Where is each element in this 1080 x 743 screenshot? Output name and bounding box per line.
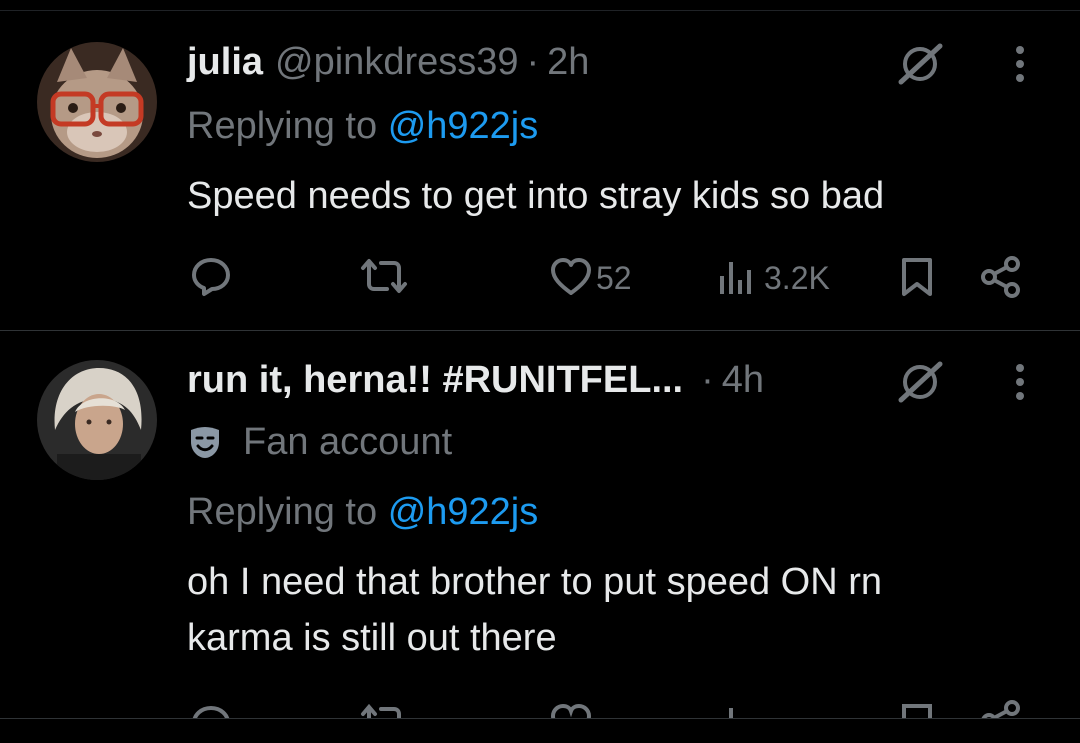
fan-account-label: Fan account bbox=[243, 421, 453, 463]
separator-dot: · bbox=[526, 41, 540, 83]
tweet-divider bbox=[0, 330, 1080, 331]
tweet-header: julia @pinkdress39 · 2h bbox=[187, 40, 589, 84]
grok-icon[interactable] bbox=[896, 361, 944, 403]
cat-avatar-image bbox=[37, 42, 157, 162]
separator-dot: · bbox=[701, 359, 714, 401]
retweet-icon[interactable] bbox=[357, 703, 411, 718]
avatar[interactable] bbox=[37, 42, 157, 162]
reply-mention-link[interactable]: @h922js bbox=[388, 105, 539, 147]
person-avatar-image bbox=[37, 360, 157, 480]
tweet-header: run it, herna!! #RUNITFEL... · 4h bbox=[187, 358, 764, 402]
replying-line: Replying to @h922js bbox=[187, 104, 538, 148]
reply-icon[interactable] bbox=[190, 704, 232, 718]
display-name[interactable]: run it, herna!! #RUNITFEL... bbox=[187, 358, 683, 402]
display-name[interactable]: julia bbox=[187, 40, 263, 84]
reply-icon[interactable] bbox=[190, 256, 232, 296]
more-icon[interactable] bbox=[1012, 44, 1028, 84]
like-count: 52 bbox=[596, 260, 632, 296]
tweet-text: Speed needs to get into stray kids so ba… bbox=[187, 175, 885, 217]
share-icon[interactable] bbox=[980, 700, 1022, 718]
replying-line: Replying to @h922js bbox=[187, 490, 538, 534]
views-icon[interactable] bbox=[718, 258, 754, 296]
fan-mask-icon bbox=[191, 427, 219, 458]
replying-prefix: Replying to bbox=[187, 491, 378, 533]
more-icon[interactable] bbox=[1012, 362, 1028, 402]
like-icon[interactable] bbox=[550, 703, 592, 718]
fan-account-badge: Fan account bbox=[187, 420, 452, 464]
view-count: 3.2K bbox=[764, 260, 830, 296]
timestamp[interactable]: 2h bbox=[547, 40, 589, 84]
timestamp[interactable]: 4h bbox=[722, 358, 764, 402]
action-bar-clipped bbox=[0, 690, 1080, 718]
bottom-divider bbox=[0, 718, 1080, 719]
tweet-text: oh I need that brother to put speed ON r… bbox=[187, 561, 883, 659]
like-icon[interactable] bbox=[550, 258, 592, 296]
replying-prefix: Replying to bbox=[187, 105, 378, 147]
bookmark-icon[interactable] bbox=[900, 702, 934, 718]
reply-mention-link[interactable]: @h922js bbox=[388, 491, 539, 533]
views-icon[interactable] bbox=[718, 704, 754, 718]
share-icon[interactable] bbox=[980, 256, 1022, 298]
avatar[interactable] bbox=[37, 360, 157, 480]
user-handle[interactable]: @pinkdress39 bbox=[275, 40, 518, 84]
retweet-icon[interactable] bbox=[357, 258, 411, 294]
top-divider bbox=[0, 10, 1080, 11]
grok-icon[interactable] bbox=[896, 43, 944, 85]
bookmark-icon[interactable] bbox=[900, 256, 934, 298]
